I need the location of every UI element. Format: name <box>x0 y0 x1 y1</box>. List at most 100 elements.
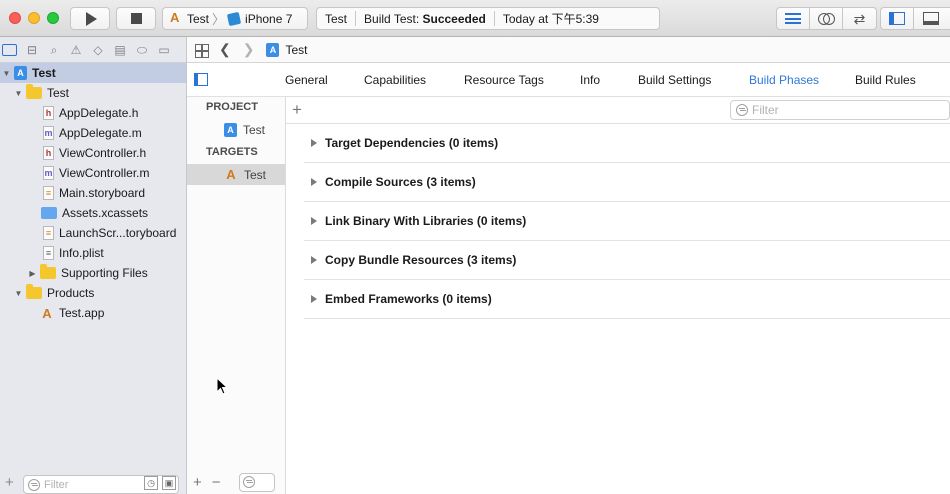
source-control-icon[interactable]: ⊟ <box>25 43 39 56</box>
close-window-button[interactable] <box>9 12 21 24</box>
disclosure-right-icon[interactable]: ▶ <box>28 269 37 278</box>
tab-general[interactable]: General <box>285 73 328 87</box>
tree-item-file[interactable]: ≡ LaunchScr...toryboard <box>0 223 186 243</box>
tree-item-group[interactable]: ▼ Products <box>0 283 186 303</box>
editor-mode-group: ⇄ <box>776 7 877 30</box>
project-item[interactable]: A Test <box>187 119 285 140</box>
add-file-button[interactable]: + <box>5 474 14 491</box>
tree-item-file[interactable]: ≡ Info.plist <box>0 243 186 263</box>
report-icon[interactable]: ▭ <box>157 43 171 56</box>
folder-icon <box>26 84 42 99</box>
tree-item-label: LaunchScr...toryboard <box>59 226 177 240</box>
recent-files-icon[interactable]: ◷ <box>144 476 158 490</box>
navigator-panel-icon <box>889 12 905 25</box>
minimize-window-button[interactable] <box>28 12 40 24</box>
header-file-icon: h <box>43 106 54 120</box>
back-icon[interactable]: ❮ <box>219 41 231 58</box>
run-button[interactable] <box>70 7 110 30</box>
navigator-footer: + Filter ◷ ▣ <box>0 470 187 494</box>
tab-build-settings[interactable]: Build Settings <box>638 73 711 87</box>
build-phase-row[interactable]: Copy Bundle Resources (3 items) <box>304 241 950 280</box>
target-item-label: Test <box>244 167 267 182</box>
status-project: Test <box>325 11 348 26</box>
build-phases-filter-field[interactable]: Filter <box>730 100 950 120</box>
stop-icon <box>130 13 142 24</box>
tree-item-project[interactable]: ▼ A Test <box>0 63 186 83</box>
folder-icon[interactable] <box>2 43 17 56</box>
show-unsaved-icon[interactable]: ▣ <box>162 476 176 490</box>
scheme-selector[interactable]: Test 〉 iPhone 7 <box>162 7 308 30</box>
tab-info[interactable]: Info <box>580 73 600 87</box>
tree-item-group[interactable]: ▼ Test <box>0 83 186 103</box>
tree-item-label: Info.plist <box>59 246 104 260</box>
disclosure-down-icon[interactable]: ▼ <box>2 69 11 78</box>
project-editor-tabs: General Capabilities Resource Tags Info … <box>187 63 950 97</box>
targets-section-header: TARGETS <box>206 146 258 158</box>
hide-targets-list-icon[interactable] <box>194 73 208 86</box>
tree-item-label: Products <box>47 286 95 300</box>
forward-icon[interactable]: ❯ <box>243 41 255 58</box>
project-navigator: ⊟ ⌕ ⚠ ◇ ▤ ⬭ ▭ ▼ A Test ▼ Test h AppDeleg… <box>0 37 187 494</box>
project-icon: A <box>14 66 27 80</box>
tree-item-label: Main.storyboard <box>59 186 146 200</box>
add-target-button[interactable]: + <box>193 474 202 491</box>
toggle-navigator-button[interactable] <box>881 8 914 29</box>
filter-icon <box>242 476 255 488</box>
tree-item-label: AppDelegate.h <box>59 106 139 120</box>
version-editor-button[interactable]: ⇄ <box>843 8 876 29</box>
disclosure-right-icon[interactable] <box>311 217 317 225</box>
build-phase-row[interactable]: Compile Sources (3 items) <box>304 163 950 202</box>
disclosure-down-icon[interactable]: ▼ <box>14 289 23 298</box>
disclosure-right-icon[interactable] <box>311 256 317 264</box>
status-divider <box>493 11 495 26</box>
chevron-right-icon: 〉 <box>212 12 226 27</box>
tree-item-file[interactable]: m ViewController.m <box>0 163 186 183</box>
zoom-window-button[interactable] <box>47 12 59 24</box>
app-target-icon: A <box>226 167 236 182</box>
warning-icon[interactable]: ⚠ <box>69 43 83 56</box>
tree-item-file[interactable]: h ViewController.h <box>0 143 186 163</box>
targets-list: PROJECT A Test TARGETS A Test + − <box>187 97 286 494</box>
disclosure-down-icon[interactable]: ▼ <box>14 89 23 98</box>
test-icon[interactable]: ◇ <box>91 43 105 56</box>
tree-item-label: Assets.xcassets <box>62 206 149 220</box>
tab-build-rules[interactable]: Build Rules <box>855 73 916 87</box>
targets-filter-field[interactable] <box>238 472 275 492</box>
toggle-debug-area-button[interactable] <box>914 8 947 29</box>
disclosure-right-icon[interactable] <box>311 295 317 303</box>
source-file-icon: m <box>43 126 54 140</box>
remove-target-button[interactable]: − <box>212 474 221 491</box>
device-icon <box>226 11 242 26</box>
tab-capabilities[interactable]: Capabilities <box>364 73 426 87</box>
assistant-editor-button[interactable] <box>810 8 843 29</box>
tree-item-label: Test.app <box>59 306 105 320</box>
add-build-phase-button[interactable]: + <box>292 100 302 120</box>
build-phase-row[interactable]: Target Dependencies (0 items) <box>304 124 950 163</box>
standard-editor-button[interactable] <box>777 8 810 29</box>
related-items-icon[interactable] <box>195 43 207 56</box>
tree-item-label: AppDelegate.m <box>59 126 142 140</box>
tab-resource-tags[interactable]: Resource Tags <box>464 73 544 87</box>
build-phase-row[interactable]: Embed Frameworks (0 items) <box>304 280 950 319</box>
tree-item-file[interactable]: A Test.app <box>0 303 186 323</box>
build-phases-filter-placeholder: Filter <box>752 103 779 117</box>
breakpoint-icon[interactable]: ⬭ <box>135 43 149 56</box>
tree-item-file[interactable]: ≡ Main.storyboard <box>0 183 186 203</box>
search-icon[interactable]: ⌕ <box>47 43 61 56</box>
tree-item-label: Test <box>47 86 70 100</box>
stop-button[interactable] <box>116 7 156 30</box>
tree-item-file[interactable]: m AppDelegate.m <box>0 123 186 143</box>
debug-icon[interactable]: ▤ <box>113 43 127 56</box>
version-editor-icon: ⇄ <box>853 10 866 27</box>
tree-item-group[interactable]: ▶ Supporting Files <box>0 263 186 283</box>
tab-build-phases[interactable]: Build Phases <box>749 73 819 87</box>
breadcrumb[interactable]: Test <box>285 43 307 57</box>
disclosure-right-icon[interactable] <box>311 139 317 147</box>
tree-item-file[interactable]: Assets.xcassets <box>0 203 186 223</box>
target-item[interactable]: A Test <box>187 164 285 185</box>
disclosure-right-icon[interactable] <box>311 178 317 186</box>
tree-item-file[interactable]: h AppDelegate.h <box>0 103 186 123</box>
folder-icon <box>26 284 42 299</box>
build-phase-label: Embed Frameworks (0 items) <box>325 292 492 306</box>
build-phase-row[interactable]: Link Binary With Libraries (0 items) <box>304 202 950 241</box>
